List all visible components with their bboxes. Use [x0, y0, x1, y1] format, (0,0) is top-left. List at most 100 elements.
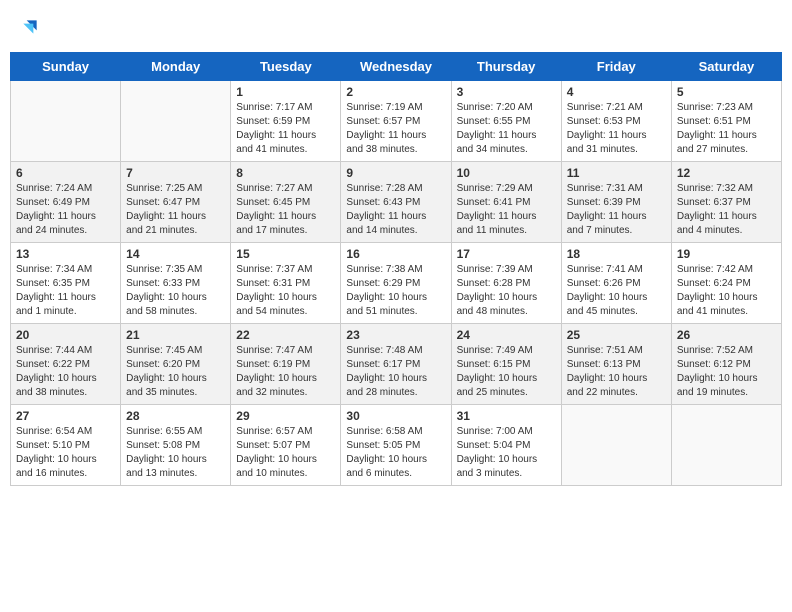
day-info: Sunrise: 7:42 AM Sunset: 6:24 PM Dayligh…	[677, 263, 776, 319]
calendar-week-row: 13 Sunrise: 7:34 AM Sunset: 6:35 PM Dayli…	[11, 243, 782, 324]
day-number: 6	[16, 166, 115, 180]
day-number: 12	[677, 166, 776, 180]
day-info: Sunrise: 6:54 AM Sunset: 5:10 PM Dayligh…	[16, 425, 115, 481]
day-number: 11	[567, 166, 666, 180]
calendar-day-cell: 14 Sunrise: 7:35 AM Sunset: 6:33 PM Dayli…	[121, 243, 231, 324]
day-info: Sunrise: 7:41 AM Sunset: 6:26 PM Dayligh…	[567, 263, 666, 319]
day-number: 8	[236, 166, 335, 180]
day-number: 5	[677, 85, 776, 99]
calendar-day-cell: 26 Sunrise: 7:52 AM Sunset: 6:12 PM Dayli…	[671, 324, 781, 405]
calendar-day-cell: 18 Sunrise: 7:41 AM Sunset: 6:26 PM Dayli…	[561, 243, 671, 324]
calendar-day-cell: 1 Sunrise: 7:17 AM Sunset: 6:59 PM Daylig…	[231, 81, 341, 162]
calendar-day-cell: 21 Sunrise: 7:45 AM Sunset: 6:20 PM Dayli…	[121, 324, 231, 405]
calendar-day-cell: 4Sunrise: 7:21 AM Sunset: 6:53 PM Daylig…	[561, 81, 671, 162]
day-number: 16	[346, 247, 445, 261]
day-number: 9	[346, 166, 445, 180]
day-info: Sunrise: 7:37 AM Sunset: 6:31 PM Dayligh…	[236, 263, 335, 319]
day-number: 31	[457, 409, 556, 423]
calendar-week-row: 6 Sunrise: 7:24 AM Sunset: 6:49 PM Daylig…	[11, 162, 782, 243]
day-info: Sunrise: 7:31 AM Sunset: 6:39 PM Dayligh…	[567, 182, 666, 238]
day-info: Sunrise: 7:21 AM Sunset: 6:53 PM Dayligh…	[567, 101, 666, 157]
day-number: 20	[16, 328, 115, 342]
calendar-day-cell: 11 Sunrise: 7:31 AM Sunset: 6:39 PM Dayli…	[561, 162, 671, 243]
day-info: Sunrise: 7:39 AM Sunset: 6:28 PM Dayligh…	[457, 263, 556, 319]
calendar-day-cell: 10 Sunrise: 7:29 AM Sunset: 6:41 PM Dayli…	[451, 162, 561, 243]
day-number: 14	[126, 247, 225, 261]
day-of-week-header: Monday	[121, 53, 231, 81]
day-number: 13	[16, 247, 115, 261]
day-number: 15	[236, 247, 335, 261]
calendar-day-cell: 2 Sunrise: 7:19 AM Sunset: 6:57 PM Daylig…	[341, 81, 451, 162]
calendar-day-cell	[671, 405, 781, 486]
day-number: 21	[126, 328, 225, 342]
calendar-day-cell: 15 Sunrise: 7:37 AM Sunset: 6:31 PM Dayli…	[231, 243, 341, 324]
day-number: 1	[236, 85, 335, 99]
day-number: 22	[236, 328, 335, 342]
day-info: Sunrise: 6:57 AM Sunset: 5:07 PM Dayligh…	[236, 425, 335, 481]
day-info: Sunrise: 6:55 AM Sunset: 5:08 PM Dayligh…	[126, 425, 225, 481]
logo	[20, 15, 44, 37]
calendar-day-cell: 6 Sunrise: 7:24 AM Sunset: 6:49 PM Daylig…	[11, 162, 121, 243]
day-info: Sunrise: 7:27 AM Sunset: 6:45 PM Dayligh…	[236, 182, 335, 238]
day-number: 17	[457, 247, 556, 261]
calendar-day-cell: 20 Sunrise: 7:44 AM Sunset: 6:22 PM Dayli…	[11, 324, 121, 405]
calendar-day-cell: 5 Sunrise: 7:23 AM Sunset: 6:51 PM Daylig…	[671, 81, 781, 162]
day-of-week-header: Friday	[561, 53, 671, 81]
day-number: 23	[346, 328, 445, 342]
calendar-day-cell: 28Sunrise: 6:55 AM Sunset: 5:08 PM Dayli…	[121, 405, 231, 486]
calendar-day-cell	[561, 405, 671, 486]
calendar-day-cell: 8 Sunrise: 7:27 AM Sunset: 6:45 PM Daylig…	[231, 162, 341, 243]
day-of-week-header: Tuesday	[231, 53, 341, 81]
calendar-day-cell: 16 Sunrise: 7:38 AM Sunset: 6:29 PM Dayli…	[341, 243, 451, 324]
day-of-week-header: Wednesday	[341, 53, 451, 81]
calendar-day-cell: 17 Sunrise: 7:39 AM Sunset: 6:28 PM Dayli…	[451, 243, 561, 324]
day-info: Sunrise: 7:19 AM Sunset: 6:57 PM Dayligh…	[346, 101, 445, 157]
day-number: 27	[16, 409, 115, 423]
calendar-day-cell: 29 Sunrise: 6:57 AM Sunset: 5:07 PM Dayli…	[231, 405, 341, 486]
day-number: 2	[346, 85, 445, 99]
day-info: Sunrise: 7:47 AM Sunset: 6:19 PM Dayligh…	[236, 344, 335, 400]
calendar-day-cell: 22 Sunrise: 7:47 AM Sunset: 6:19 PM Dayli…	[231, 324, 341, 405]
day-info: Sunrise: 7:44 AM Sunset: 6:22 PM Dayligh…	[16, 344, 115, 400]
day-info: Sunrise: 7:35 AM Sunset: 6:33 PM Dayligh…	[126, 263, 225, 319]
day-info: Sunrise: 7:38 AM Sunset: 6:29 PM Dayligh…	[346, 263, 445, 319]
day-number: 7	[126, 166, 225, 180]
day-info: Sunrise: 6:58 AM Sunset: 5:05 PM Dayligh…	[346, 425, 445, 481]
day-info: Sunrise: 7:51 AM Sunset: 6:13 PM Dayligh…	[567, 344, 666, 400]
day-number: 29	[236, 409, 335, 423]
day-number: 25	[567, 328, 666, 342]
calendar-day-cell: 25 Sunrise: 7:51 AM Sunset: 6:13 PM Dayli…	[561, 324, 671, 405]
day-number: 26	[677, 328, 776, 342]
day-of-week-header: Saturday	[671, 53, 781, 81]
calendar-week-row: 27 Sunrise: 6:54 AM Sunset: 5:10 PM Dayli…	[11, 405, 782, 486]
day-number: 18	[567, 247, 666, 261]
calendar-table: SundayMondayTuesdayWednesdayThursdayFrid…	[10, 52, 782, 486]
day-number: 3	[457, 85, 556, 99]
calendar-week-row: 20 Sunrise: 7:44 AM Sunset: 6:22 PM Dayli…	[11, 324, 782, 405]
calendar-day-cell: 31 Sunrise: 7:00 AM Sunset: 5:04 PM Dayli…	[451, 405, 561, 486]
day-info: Sunrise: 7:00 AM Sunset: 5:04 PM Dayligh…	[457, 425, 556, 481]
day-number: 30	[346, 409, 445, 423]
calendar-day-cell: 9 Sunrise: 7:28 AM Sunset: 6:43 PM Daylig…	[341, 162, 451, 243]
day-info: Sunrise: 7:17 AM Sunset: 6:59 PM Dayligh…	[236, 101, 335, 157]
day-info: Sunrise: 7:28 AM Sunset: 6:43 PM Dayligh…	[346, 182, 445, 238]
day-info: Sunrise: 7:45 AM Sunset: 6:20 PM Dayligh…	[126, 344, 225, 400]
day-info: Sunrise: 7:49 AM Sunset: 6:15 PM Dayligh…	[457, 344, 556, 400]
calendar-day-cell: 7 Sunrise: 7:25 AM Sunset: 6:47 PM Daylig…	[121, 162, 231, 243]
day-info: Sunrise: 7:23 AM Sunset: 6:51 PM Dayligh…	[677, 101, 776, 157]
calendar-day-cell: 13 Sunrise: 7:34 AM Sunset: 6:35 PM Dayli…	[11, 243, 121, 324]
day-info: Sunrise: 7:25 AM Sunset: 6:47 PM Dayligh…	[126, 182, 225, 238]
calendar-day-cell	[11, 81, 121, 162]
page-header	[10, 10, 782, 42]
calendar-day-cell: 3Sunrise: 7:20 AM Sunset: 6:55 PM Daylig…	[451, 81, 561, 162]
day-info: Sunrise: 7:34 AM Sunset: 6:35 PM Dayligh…	[16, 263, 115, 319]
day-info: Sunrise: 7:29 AM Sunset: 6:41 PM Dayligh…	[457, 182, 556, 238]
day-number: 10	[457, 166, 556, 180]
day-info: Sunrise: 7:48 AM Sunset: 6:17 PM Dayligh…	[346, 344, 445, 400]
day-info: Sunrise: 7:52 AM Sunset: 6:12 PM Dayligh…	[677, 344, 776, 400]
calendar-day-cell: 30 Sunrise: 6:58 AM Sunset: 5:05 PM Dayli…	[341, 405, 451, 486]
day-number: 19	[677, 247, 776, 261]
calendar-day-cell: 19 Sunrise: 7:42 AM Sunset: 6:24 PM Dayli…	[671, 243, 781, 324]
day-info: Sunrise: 7:24 AM Sunset: 6:49 PM Dayligh…	[16, 182, 115, 238]
day-info: Sunrise: 7:32 AM Sunset: 6:37 PM Dayligh…	[677, 182, 776, 238]
